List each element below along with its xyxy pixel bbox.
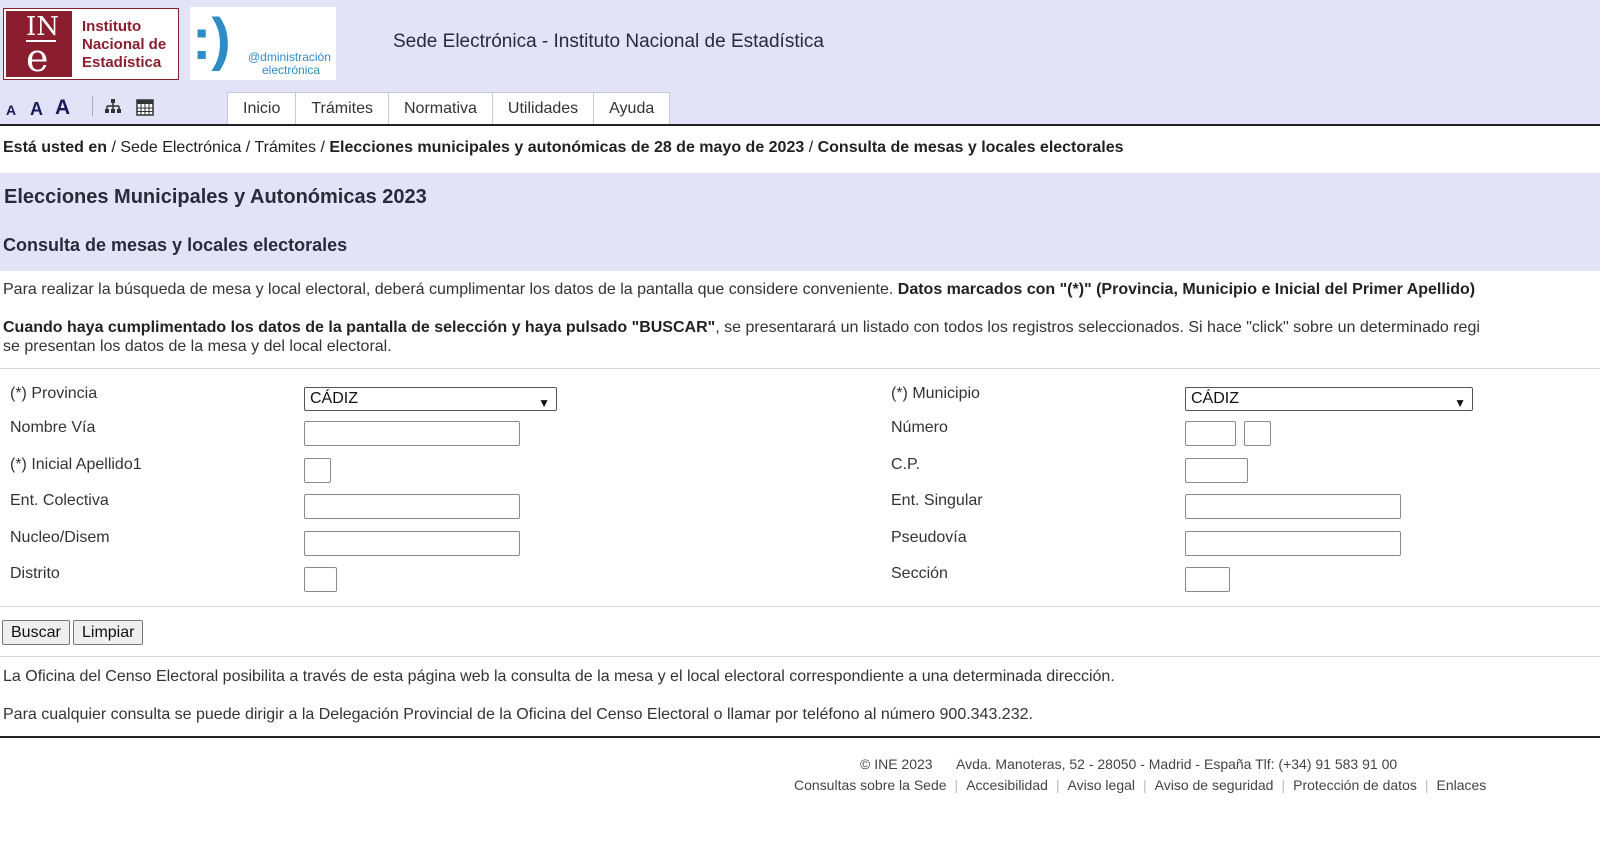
numero-label: Número (891, 419, 948, 436)
inicial-apellido-label: (*) Inicial Apellido1 (10, 456, 142, 473)
nucleo-label: Nucleo/Disem (10, 529, 110, 546)
footer-link-aviso-seguridad[interactable]: Aviso de seguridad (1155, 777, 1274, 793)
form-bottom-divider (0, 606, 1600, 607)
buttons-divider (0, 656, 1600, 657)
breadcrumb-item-current: Consulta de mesas y locales electorales (817, 139, 1124, 156)
intro-paragraph-3: se presentan los datos de la mesa y del … (3, 338, 392, 355)
intro-paragraph-1: Para realizar la búsqueda de mesa y loca… (3, 281, 1476, 298)
header-divider (0, 124, 1600, 126)
site-header: IN e Instituto Nacional de Estadística :… (0, 0, 1600, 126)
footer-link-accesibilidad[interactable]: Accesibilidad (966, 777, 1048, 793)
breadcrumb-item-sede[interactable]: Sede Electrónica (120, 139, 241, 156)
chevron-down-icon: ▼ (538, 396, 550, 410)
breadcrumb-label: Está usted en (3, 139, 108, 156)
nav-tab-ayuda[interactable]: Ayuda (593, 92, 671, 125)
nombre-via-input[interactable] (304, 421, 520, 446)
sitemap-icon[interactable] (104, 98, 122, 116)
calendar-icon[interactable] (136, 98, 154, 116)
breadcrumb-item-tramites[interactable]: Trámites (254, 139, 316, 156)
inicial-apellido-input[interactable] (304, 458, 331, 483)
main-nav: Inicio Trámites Normativa Utilidades Ayu… (227, 92, 671, 125)
distrito-input[interactable] (304, 567, 337, 592)
ent-singular-input[interactable] (1185, 494, 1401, 519)
chevron-down-icon: ▼ (1454, 396, 1466, 410)
ent-colectiva-label: Ent. Colectiva (10, 492, 109, 509)
font-large-button[interactable]: A (55, 96, 70, 120)
provincia-label: (*) Provincia (10, 385, 98, 402)
footer-link-aviso-legal[interactable]: Aviso legal (1068, 777, 1135, 793)
cp-input[interactable] (1185, 458, 1248, 483)
ent-singular-label: Ent. Singular (891, 492, 983, 509)
footer-divider (0, 736, 1600, 738)
distrito-label: Distrito (10, 565, 60, 582)
footer-links: Consultas sobre la Sede | Accesibilidad | … (794, 777, 1487, 793)
seccion-input[interactable] (1185, 567, 1230, 592)
nombre-via-label: Nombre Vía (10, 419, 96, 436)
municipio-select[interactable]: CÁDIZ ▼ (1185, 387, 1473, 411)
nav-tab-utilidades[interactable]: Utilidades (491, 92, 595, 125)
site-title: Sede Electrónica - Instituto Nacional de… (393, 31, 824, 52)
seccion-label: Sección (891, 565, 948, 582)
font-small-button[interactable]: A (6, 102, 16, 118)
footer-address: Avda. Manoteras, 52 - 28050 - Madrid - E… (956, 756, 1398, 772)
ine-logo-text: Instituto Nacional de Estadística (82, 18, 167, 71)
footer-copyright: © INE 2023 (860, 756, 933, 772)
buscar-button[interactable]: Buscar (2, 620, 70, 645)
intro-paragraph-2: Cuando haya cumplimentado los datos de l… (3, 319, 1480, 336)
info-note-1: La Oficina del Censo Electoral posibilit… (3, 668, 1115, 685)
breadcrumb: Está usted en / Sede Electrónica / Trámi… (3, 139, 1124, 156)
administracion-electronica-logo[interactable]: :) @dministración electrónica (190, 7, 336, 80)
smile-logo-mark: :) (192, 7, 231, 72)
municipio-label: (*) Municipio (891, 385, 980, 402)
numero-input[interactable] (1185, 421, 1236, 446)
provincia-select[interactable]: CÁDIZ ▼ (304, 387, 557, 411)
page-title: Elecciones Municipales y Autonómicas 202… (4, 186, 427, 208)
pseudovia-input[interactable] (1185, 531, 1401, 556)
page-subtitle: Consulta de mesas y locales electorales (3, 235, 348, 255)
info-note-2: Para cualquier consulta se puede dirigir… (3, 706, 1033, 723)
nucleo-input[interactable] (304, 531, 520, 556)
footer-link-proteccion-datos[interactable]: Protección de datos (1293, 777, 1417, 793)
breadcrumb-item-elecciones[interactable]: Elecciones municipales y autonómicas de … (329, 139, 804, 156)
ine-logo[interactable]: IN e Instituto Nacional de Estadística (3, 8, 179, 80)
numero-suffix-input[interactable] (1244, 421, 1271, 446)
nav-tab-inicio[interactable]: Inicio (227, 92, 297, 125)
footer-link-consultas[interactable]: Consultas sobre la Sede (794, 777, 947, 793)
footer-link-enlaces[interactable]: Enlaces (1437, 777, 1487, 793)
limpiar-button[interactable]: Limpiar (73, 620, 144, 645)
tools-divider (92, 96, 93, 116)
pseudovia-label: Pseudovía (891, 529, 967, 546)
nav-tab-normativa[interactable]: Normativa (388, 92, 493, 125)
cp-label: C.P. (891, 456, 921, 473)
ine-logo-mark: IN e (6, 11, 72, 77)
nav-tab-tramites[interactable]: Trámites (295, 92, 389, 125)
form-top-divider (0, 368, 1600, 369)
font-medium-button[interactable]: A (30, 99, 43, 120)
ent-colectiva-input[interactable] (304, 494, 520, 519)
